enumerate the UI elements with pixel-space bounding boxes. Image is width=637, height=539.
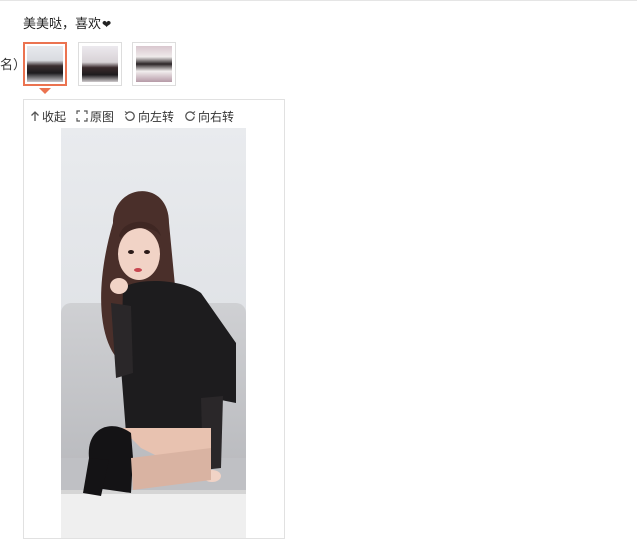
thumbnail-3[interactable]	[132, 42, 176, 86]
photo-illustration	[61, 128, 246, 538]
image-viewer: 收起 原图 向左转 向右转	[23, 99, 285, 539]
rotate-left-button[interactable]: 向左转	[124, 108, 174, 125]
original-image-button[interactable]: 原图	[76, 108, 114, 125]
rotate-right-label: 向右转	[198, 109, 235, 124]
thumbnail-image	[82, 46, 118, 82]
post-text-content: 美美哒，喜欢	[23, 16, 102, 31]
heart-icon: ❤	[102, 19, 112, 31]
arrow-up-icon	[31, 111, 39, 121]
thumbnail-image	[27, 46, 63, 82]
selected-thumbnail-caret	[39, 88, 51, 94]
rotate-right-icon	[185, 111, 196, 121]
post-text: 美美哒，喜欢❤	[23, 13, 111, 32]
collapse-button[interactable]: 收起	[30, 108, 66, 125]
rotate-left-icon	[124, 111, 135, 121]
thumbnail-1[interactable]	[23, 42, 67, 86]
top-divider	[0, 0, 637, 1]
rotate-left-label: 向左转	[138, 109, 175, 124]
expand-icon	[76, 110, 88, 122]
collapse-label: 收起	[42, 109, 67, 124]
original-image-label: 原图	[90, 109, 115, 124]
thumbnail-image	[136, 46, 172, 82]
viewer-toolbar: 收起 原图 向左转 向右转	[30, 107, 244, 125]
thumbnail-2[interactable]	[78, 42, 122, 86]
rotate-right-button[interactable]: 向右转	[184, 108, 234, 125]
enlarged-photo[interactable]	[61, 128, 246, 538]
